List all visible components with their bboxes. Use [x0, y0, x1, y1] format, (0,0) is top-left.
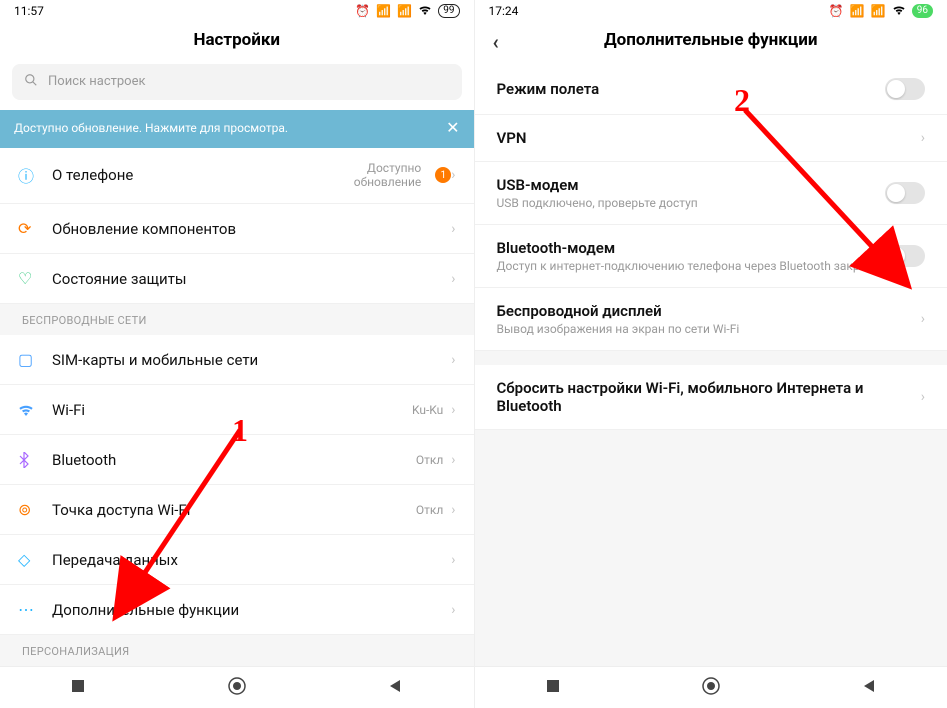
- row-hotspot[interactable]: ⊚ Точка доступа Wi-Fi Откл ›: [0, 485, 474, 535]
- row-label: Точка доступа Wi-Fi: [52, 501, 416, 519]
- signal-icon: 📶: [871, 4, 886, 18]
- row-title: Беспроводной дисплей: [497, 302, 921, 320]
- page-title: Дополнительные функции: [604, 30, 817, 50]
- page-header: ‹ Дополнительные функции: [475, 22, 947, 64]
- row-title: USB-модем: [497, 176, 886, 194]
- toggle-switch[interactable]: [885, 78, 925, 100]
- status-bar: 11:57 ⏰ 📶 📶 99: [0, 0, 474, 22]
- bluetooth-icon: [18, 452, 52, 468]
- update-icon: ⟳: [18, 219, 52, 238]
- row-title: Bluetooth-модем: [497, 239, 886, 257]
- row-label: SIM-карты и мобильные сети: [52, 351, 451, 369]
- row-usb-modem[interactable]: USB-модем USB подключено, проверьте дост…: [475, 162, 947, 225]
- chevron-right-icon: ›: [451, 552, 455, 568]
- row-label: Состояние защиты: [52, 270, 451, 288]
- wifi-icon: [18, 404, 52, 416]
- left-screen: 11:57 ⏰ 📶 📶 99 Настройки Поиск настроек …: [0, 0, 474, 708]
- row-title: Режим полета: [497, 80, 886, 98]
- row-label: Передача данных: [52, 551, 451, 569]
- right-screen: 17:24 ⏰ 📶 📶 96 ‹ Дополнительные функции …: [474, 0, 947, 708]
- search-icon: [24, 73, 38, 91]
- chevron-right-icon: ›: [921, 130, 925, 146]
- annotation-number-2: 2: [734, 82, 750, 119]
- chevron-right-icon: ›: [921, 311, 925, 327]
- chevron-right-icon: ›: [451, 602, 455, 618]
- row-value: Откл: [416, 503, 443, 517]
- info-icon: ⓘ: [18, 163, 52, 187]
- navigation-bar: [0, 666, 474, 708]
- status-time: 17:24: [489, 4, 519, 18]
- hotspot-icon: ⊚: [18, 500, 52, 519]
- status-time: 11:57: [14, 4, 44, 18]
- row-data[interactable]: ◇ Передача данных ›: [0, 535, 474, 585]
- section-gap: [475, 351, 947, 365]
- back-button[interactable]: [862, 678, 876, 697]
- search-input[interactable]: Поиск настроек: [12, 64, 462, 100]
- chevron-right-icon: ›: [451, 452, 455, 468]
- chevron-right-icon: ›: [921, 389, 925, 405]
- toggle-switch[interactable]: [885, 182, 925, 204]
- row-vpn[interactable]: VPN ›: [475, 115, 947, 162]
- row-reset-network[interactable]: Сбросить настройки Wi-Fi, мобильного Инт…: [475, 365, 947, 430]
- section-wireless: БЕСПРОВОДНЫЕ СЕТИ: [0, 304, 474, 335]
- row-bluetooth-modem[interactable]: Bluetooth-модем Доступ к интернет-подклю…: [475, 225, 947, 288]
- row-wireless-display[interactable]: Беспроводной дисплей Вывод изображения н…: [475, 288, 947, 351]
- chevron-right-icon: ›: [451, 167, 455, 183]
- row-value: Откл: [416, 453, 443, 467]
- update-banner[interactable]: Доступно обновление. Нажмите для просмот…: [0, 110, 474, 148]
- chevron-right-icon: ›: [451, 402, 455, 418]
- empty-area: [475, 430, 947, 666]
- row-sim[interactable]: ▢ SIM-карты и мобильные сети ›: [0, 335, 474, 385]
- home-button[interactable]: [702, 677, 720, 699]
- alarm-icon: ⏰: [829, 4, 844, 18]
- battery-icon: 96: [912, 4, 933, 18]
- signal-icon: 📶: [376, 4, 391, 18]
- wifi-icon: [418, 4, 432, 18]
- row-about-phone[interactable]: ⓘ О телефоне Доступно обновление 1 ›: [0, 148, 474, 205]
- overview-button[interactable]: [71, 678, 85, 697]
- signal-icon: 📶: [397, 4, 412, 18]
- row-subtitle: Доступ к интернет-подключению телефона ч…: [497, 259, 886, 273]
- back-button[interactable]: [388, 678, 402, 697]
- chevron-right-icon: ›: [451, 271, 455, 287]
- alarm-icon: ⏰: [355, 4, 370, 18]
- badge: 1: [435, 167, 451, 183]
- row-value: Доступно обновление: [301, 161, 421, 189]
- row-subtitle: USB подключено, проверьте доступ: [497, 196, 886, 210]
- wifi-icon: [892, 4, 906, 18]
- row-title: VPN: [497, 129, 921, 147]
- overview-button[interactable]: [546, 678, 560, 697]
- chevron-right-icon: ›: [451, 502, 455, 518]
- back-icon[interactable]: ‹: [493, 32, 499, 52]
- status-bar: 17:24 ⏰ 📶 📶 96: [475, 0, 947, 22]
- row-airplane-mode[interactable]: Режим полета: [475, 64, 947, 115]
- row-label: Bluetooth: [52, 451, 416, 469]
- chevron-right-icon: ›: [451, 352, 455, 368]
- banner-text: Доступно обновление. Нажмите для просмот…: [14, 121, 288, 135]
- page-title: Настройки: [0, 22, 474, 64]
- row-label: Обновление компонентов: [52, 220, 451, 238]
- row-more-functions[interactable]: ⋯ Дополнительные функции ›: [0, 585, 474, 635]
- section-personalization: ПЕРСОНАЛИЗАЦИЯ: [0, 635, 474, 666]
- shield-icon: ♡: [18, 269, 52, 288]
- search-placeholder: Поиск настроек: [48, 74, 146, 89]
- row-value: Ku-Ku: [412, 403, 443, 417]
- annotation-number-1: 1: [232, 412, 248, 449]
- row-subtitle: Вывод изображения на экран по сети Wi-Fi: [497, 322, 921, 336]
- row-title: Сбросить настройки Wi-Fi, мобильного Инт…: [497, 379, 921, 415]
- row-label: О телефоне: [52, 166, 301, 184]
- sim-icon: ▢: [18, 350, 52, 369]
- close-icon[interactable]: ✕: [438, 120, 459, 136]
- battery-icon: 99: [438, 4, 459, 18]
- toggle-switch[interactable]: [885, 245, 925, 267]
- row-component-updates[interactable]: ⟳ Обновление компонентов ›: [0, 204, 474, 254]
- navigation-bar: [475, 666, 947, 708]
- data-icon: ◇: [18, 550, 52, 569]
- row-security-status[interactable]: ♡ Состояние защиты ›: [0, 254, 474, 304]
- row-label: Дополнительные функции: [52, 601, 451, 619]
- chevron-right-icon: ›: [451, 221, 455, 237]
- home-button[interactable]: [228, 677, 246, 699]
- signal-icon: 📶: [850, 4, 865, 18]
- more-icon: ⋯: [18, 600, 52, 619]
